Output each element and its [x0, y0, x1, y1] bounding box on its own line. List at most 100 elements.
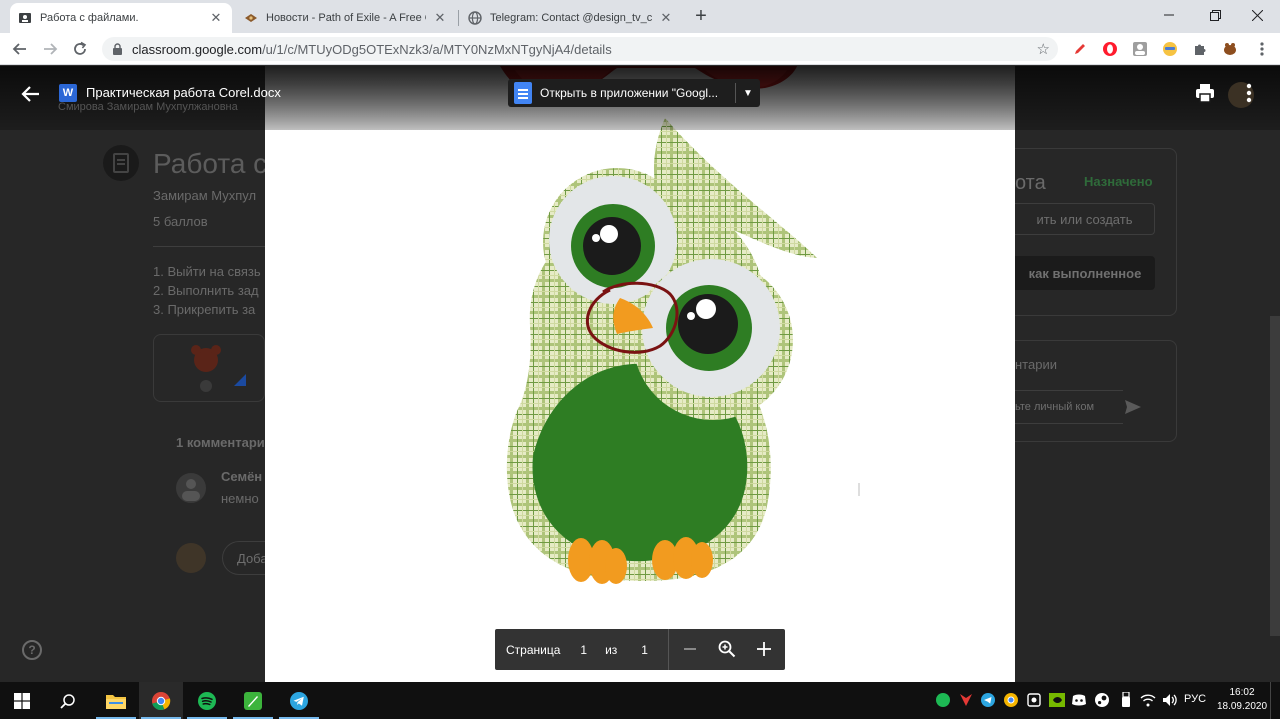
browser-toolbar: classroom.google.com/u/1/c/MTUyODg5OTExN… [0, 33, 1280, 65]
wifi-icon[interactable] [1140, 691, 1156, 709]
tray-chrome-icon[interactable] [1003, 691, 1019, 709]
chevron-down-icon[interactable]: ▼ [736, 88, 760, 99]
close-icon[interactable]: ✕ [658, 10, 674, 26]
taskbar-explorer[interactable] [94, 682, 138, 719]
private-comment-input[interactable]: ьте личный ком [1015, 390, 1123, 424]
assignment-icon [103, 145, 139, 181]
close-window-button[interactable] [1234, 0, 1280, 30]
taskbar-chrome[interactable] [139, 682, 183, 719]
viewer-back-button[interactable] [20, 83, 42, 105]
zoom-reset-button[interactable] [716, 638, 738, 660]
print-icon [1196, 84, 1214, 103]
menu-kebab-icon[interactable] [1252, 39, 1272, 59]
taskbar: РУС 16:02 18.09.2020 [0, 682, 1280, 719]
url-host: classroom.google.com [132, 41, 263, 57]
tray-usb-icon[interactable] [1118, 691, 1134, 709]
step-1: 1. Выйти на связь [153, 264, 261, 279]
step-2: 2. Выполнить зад [153, 283, 259, 298]
telegram-icon [290, 691, 308, 710]
help-icon[interactable]: ? [22, 640, 42, 660]
folder-icon [106, 694, 126, 709]
tray-telegram-icon[interactable] [980, 691, 996, 709]
open-with-label: Открыть в приложении "Googl... [540, 86, 719, 100]
tab-poe[interactable]: Новости - Path of Exile - A Free Onl ✕ [236, 3, 456, 33]
search-icon [60, 693, 75, 709]
close-icon [1251, 9, 1263, 21]
globe-icon [468, 11, 482, 25]
arrow-right-icon [44, 43, 58, 55]
pen-extension-icon[interactable] [1070, 39, 1090, 59]
taskbar-telegram[interactable] [277, 682, 321, 719]
minus-icon [684, 648, 696, 650]
mask-extension-icon[interactable] [1160, 39, 1180, 59]
tab-classroom[interactable]: Работа с файлами. ✕ [10, 3, 232, 33]
windows-icon [14, 692, 30, 709]
close-icon[interactable]: ✕ [208, 10, 224, 26]
status-badge: Назначено [1084, 174, 1153, 189]
document-preview [265, 66, 1015, 682]
animal-extension-icon[interactable] [1220, 39, 1240, 59]
add-create-button[interactable]: ить или создать [1015, 203, 1155, 235]
new-tab-button[interactable]: + [689, 5, 713, 29]
restore-button[interactable] [1192, 0, 1238, 30]
mark-done-button[interactable]: как выполненное [1015, 256, 1155, 290]
page-label: Страница [506, 642, 561, 657]
page-current[interactable]: 1 [580, 643, 587, 657]
taskbar-coreldraw[interactable] [231, 682, 275, 719]
send-icon[interactable] [1122, 396, 1144, 418]
close-icon[interactable]: ✕ [432, 10, 448, 26]
tray-vpn-icon[interactable] [958, 691, 974, 709]
tab-separator [458, 10, 459, 26]
start-button[interactable] [0, 682, 44, 719]
zoom-out-button[interactable] [679, 638, 701, 660]
tray-nvidia-icon[interactable] [1049, 691, 1065, 709]
poe-icon [244, 11, 258, 25]
address-bar[interactable]: classroom.google.com/u/1/c/MTUyODg5OTExN… [102, 37, 1058, 61]
arrow-left-icon [21, 86, 39, 102]
viewer-owner: Смирова Замирам Мухпулжановна [58, 101, 238, 113]
classroom-icon [18, 11, 32, 25]
page-of-label: из [605, 642, 618, 657]
tray-discord-icon[interactable] [1071, 691, 1087, 709]
open-with-button[interactable]: Открыть в приложении "Googl... ▼ [508, 79, 760, 107]
tray-steam-icon[interactable] [1094, 691, 1110, 709]
restore-icon [1209, 9, 1221, 21]
comments-header: 1 комментари [176, 435, 265, 450]
search-button[interactable] [46, 682, 90, 719]
comment-text: немно [221, 491, 259, 506]
comment-input[interactable]: Доба [222, 541, 268, 575]
extensions-puzzle-icon[interactable] [1190, 39, 1210, 59]
reload-button[interactable] [68, 37, 92, 61]
page-scrollbar[interactable] [1270, 316, 1280, 636]
attachment-card[interactable] [153, 334, 265, 402]
plus-icon [757, 642, 771, 656]
divider [668, 629, 669, 670]
clock[interactable]: 16:02 18.09.2020 [1216, 686, 1268, 714]
back-button[interactable] [8, 37, 32, 61]
minimize-icon [1164, 14, 1174, 16]
avatar [176, 473, 206, 503]
tab-telegram[interactable]: Telegram: Contact @design_tv_chat ✕ [460, 3, 682, 33]
forward-button[interactable] [38, 37, 62, 61]
google-docs-icon [514, 82, 532, 104]
volume-icon[interactable] [1162, 691, 1178, 709]
print-button[interactable] [1194, 82, 1216, 104]
show-desktop-button[interactable] [1270, 682, 1280, 719]
owl-illustration [500, 66, 860, 584]
profile-extension-icon[interactable] [1130, 39, 1150, 59]
bookmark-star-icon[interactable]: ☆ [1037, 40, 1050, 58]
tab-title: Новости - Path of Exile - A Free Onl [266, 12, 426, 24]
step-3: 3. Прикрепить за [153, 302, 256, 317]
assignment-author: Замирам Мухпул [153, 188, 257, 203]
opera-icon[interactable] [1100, 39, 1120, 59]
page-total: 1 [641, 642, 648, 657]
more-vert-icon[interactable] [1246, 82, 1252, 104]
tray-spotify-icon[interactable] [935, 691, 951, 709]
taskbar-spotify[interactable] [185, 682, 229, 719]
minimize-button[interactable] [1146, 0, 1192, 30]
divider [153, 246, 265, 247]
spotify-icon [198, 691, 216, 710]
language-indicator[interactable]: РУС [1184, 693, 1206, 705]
tray-app-icon[interactable] [1026, 691, 1042, 709]
zoom-in-button[interactable] [753, 638, 775, 660]
